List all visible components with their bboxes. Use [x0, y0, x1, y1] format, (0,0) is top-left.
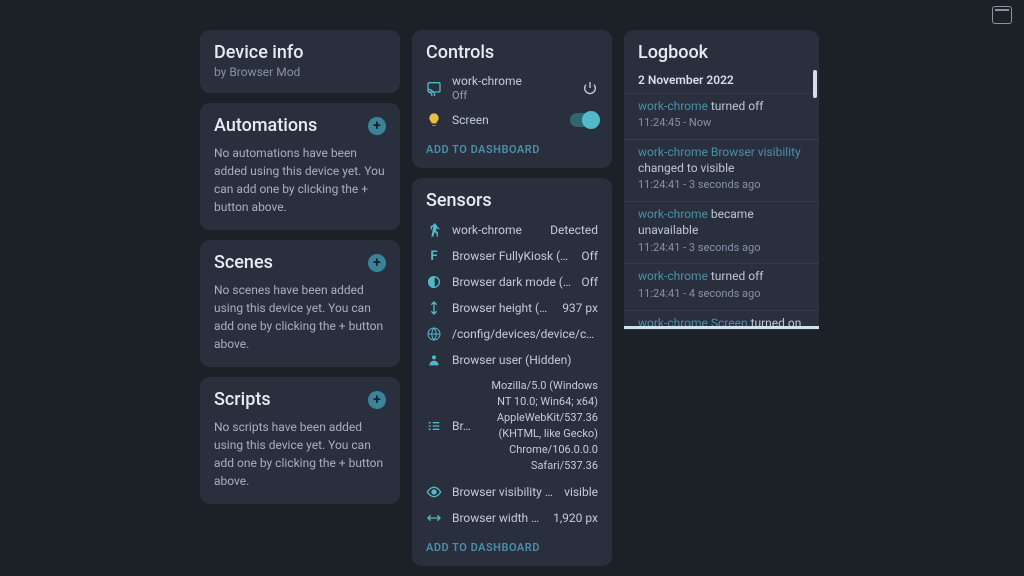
- cast-icon: [426, 80, 442, 96]
- logbook-entry[interactable]: work-chrome Browser visibility changed t…: [624, 139, 819, 201]
- logbook-entity-link[interactable]: work-chrome: [638, 207, 708, 221]
- control-state: Off: [452, 89, 467, 102]
- logbook-scrollbar[interactable]: [813, 70, 817, 98]
- controls-card: Controls work-chrome Off Screen: [412, 30, 612, 168]
- logbook-timestamp: 11:24:41 - 4 seconds ago: [638, 287, 805, 302]
- sensor-row[interactable]: work-chrome Detected: [412, 217, 612, 243]
- add-script-button[interactable]: +: [368, 391, 386, 409]
- logbook-bottom-scrollbar[interactable]: [624, 326, 819, 329]
- control-name: Screen: [452, 113, 560, 127]
- controls-title: Controls: [412, 42, 612, 69]
- scenes-title: Scenes: [214, 252, 273, 273]
- motion-icon: [426, 222, 442, 238]
- control-row-work-chrome[interactable]: work-chrome Off: [412, 69, 612, 107]
- globe-icon: [426, 326, 442, 342]
- list-icon: [426, 418, 442, 434]
- logbook-entity-link[interactable]: work-chrome: [638, 269, 708, 283]
- add-scene-button[interactable]: +: [368, 254, 386, 272]
- scenes-card: Scenes + No scenes have been added using…: [200, 240, 400, 367]
- date-range-icon[interactable]: [992, 6, 1012, 24]
- sensor-row[interactable]: /config/devices/device/c3085a0c7861: [412, 321, 612, 347]
- sensor-row[interactable]: Browser visibility (Hidden) visible: [412, 479, 612, 505]
- automations-empty-text: No automations have been added using thi…: [214, 144, 386, 216]
- sensor-row[interactable]: Browser user (Hidden): [412, 347, 612, 373]
- theme-icon: [426, 274, 442, 290]
- device-info-subtitle: by Browser Mod: [214, 65, 386, 79]
- logbook-card: Logbook 2 November 2022 work-chrome turn…: [624, 30, 819, 330]
- sensor-row[interactable]: Browser height (Hidden) 937 px: [412, 295, 612, 321]
- scripts-empty-text: No scripts have been added using this de…: [214, 418, 386, 490]
- control-name: work-chrome: [452, 74, 572, 88]
- arrow-vertical-icon: [426, 300, 442, 316]
- arrow-horizontal-icon: [426, 510, 442, 526]
- logbook-entry[interactable]: work-chrome became unavailable11:24:41 -…: [624, 201, 819, 263]
- add-automation-button[interactable]: +: [368, 117, 386, 135]
- scripts-title: Scripts: [214, 389, 271, 410]
- logbook-entity-link[interactable]: work-chrome: [638, 99, 708, 113]
- automations-card: Automations + No automations have been a…: [200, 103, 400, 230]
- eye-icon: [426, 484, 442, 500]
- scripts-card: Scripts + No scripts have been added usi…: [200, 377, 400, 504]
- logbook-timestamp: 11:24:45 - Now: [638, 116, 805, 131]
- logbook-timestamp: 11:24:41 - 3 seconds ago: [638, 241, 805, 256]
- logbook-title: Logbook: [624, 42, 819, 71]
- logbook-date: 2 November 2022: [624, 71, 819, 93]
- lightbulb-icon: [426, 112, 442, 128]
- sensors-title: Sensors: [412, 190, 612, 217]
- sensor-row[interactable]: Br... Mozilla/5.0 (Windows NT 10.0; Win6…: [412, 373, 612, 479]
- logbook-entry[interactable]: work-chrome turned off11:24:41 - 4 secon…: [624, 263, 819, 309]
- automations-title: Automations: [214, 115, 317, 136]
- letter-f-icon: F: [426, 248, 442, 264]
- control-row-screen[interactable]: Screen: [412, 107, 612, 133]
- sensors-card: Sensors work-chrome Detected F Browser F…: [412, 178, 612, 566]
- power-icon[interactable]: [582, 80, 598, 96]
- screen-toggle[interactable]: [570, 113, 598, 127]
- logbook-entry[interactable]: work-chrome turned off11:24:45 - Now: [624, 93, 819, 139]
- sensor-row[interactable]: F Browser FullyKiosk (Hidden) Off: [412, 243, 612, 269]
- sensor-row[interactable]: Browser dark mode (Hidden) Off: [412, 269, 612, 295]
- device-info-card: Device info by Browser Mod: [200, 30, 400, 93]
- controls-add-dashboard-button[interactable]: ADD TO DASHBOARD: [412, 133, 612, 158]
- person-icon: [426, 352, 442, 368]
- device-info-title: Device info: [214, 42, 386, 63]
- sensor-row[interactable]: Browser width (Hidden) 1,920 px: [412, 505, 612, 531]
- logbook-timestamp: 11:24:41 - 3 seconds ago: [638, 178, 805, 193]
- sensors-add-dashboard-button[interactable]: ADD TO DASHBOARD: [412, 531, 612, 556]
- logbook-entity-link[interactable]: work-chrome Browser visibility: [638, 145, 801, 159]
- scenes-empty-text: No scenes have been added using this dev…: [214, 281, 386, 353]
